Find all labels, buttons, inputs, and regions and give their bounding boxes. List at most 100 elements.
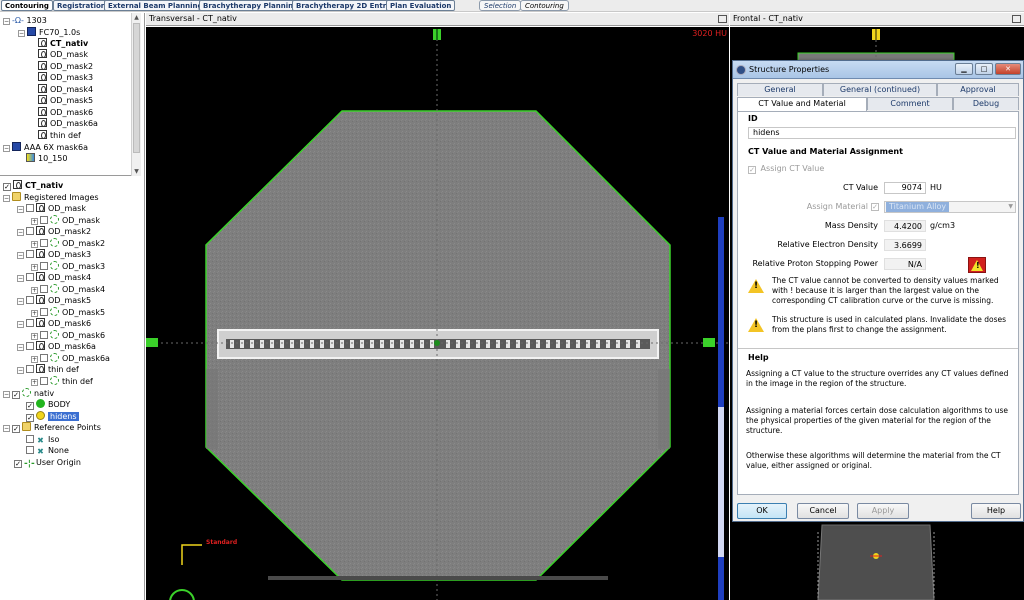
checkbox[interactable] bbox=[40, 239, 48, 247]
tree-reference-points[interactable]: − ✓ Reference Points bbox=[3, 422, 101, 433]
tab-general-continued[interactable]: General (continued) bbox=[823, 83, 937, 96]
checkbox[interactable] bbox=[26, 446, 34, 454]
tree-reg-structure[interactable]: + thin def bbox=[31, 376, 93, 387]
assign-ct-value-checkbox[interactable]: ✓ bbox=[748, 166, 756, 174]
checkbox[interactable] bbox=[26, 227, 34, 235]
tab-brachytherapy-planning[interactable]: Brachytherapy Planning bbox=[199, 0, 303, 11]
tree-reg-image[interactable]: − thin def bbox=[17, 364, 79, 375]
tree-point-iso[interactable]: ✖ Iso bbox=[26, 434, 59, 445]
collapse-icon[interactable]: − bbox=[17, 252, 24, 259]
expand-icon[interactable]: + bbox=[31, 264, 38, 271]
checkbox[interactable] bbox=[26, 319, 34, 327]
expand-icon[interactable]: + bbox=[31, 310, 38, 317]
tree-reg-image[interactable]: − OD_mask4 bbox=[17, 272, 91, 283]
checkbox[interactable]: ✓ bbox=[14, 460, 22, 468]
tree-reg-structure[interactable]: + OD_mask2 bbox=[31, 238, 105, 249]
collapse-icon[interactable]: − bbox=[17, 229, 24, 236]
tree-reg-image[interactable]: − OD_mask5 bbox=[17, 295, 91, 306]
tree-ct-nativ-root[interactable]: ✓ CT_nativ bbox=[3, 180, 63, 191]
tree-course[interactable]: − -Ω- 1303 bbox=[3, 15, 47, 26]
tree-structure-body[interactable]: ✓ BODY bbox=[26, 399, 70, 410]
checkbox[interactable] bbox=[26, 204, 34, 212]
ok-button[interactable]: OK bbox=[737, 503, 787, 519]
tree-reg-structure[interactable]: + OD_mask4 bbox=[31, 284, 105, 295]
assign-material-checkbox[interactable]: ✓ bbox=[871, 203, 879, 211]
apply-button[interactable]: Apply bbox=[857, 503, 909, 519]
collapse-icon[interactable]: − bbox=[3, 425, 10, 432]
tab-plan-evaluation[interactable]: Plan Evaluation bbox=[386, 0, 456, 11]
tree-image-ct-nativ[interactable]: CT_nativ bbox=[38, 38, 88, 49]
tree-image[interactable]: OD_mask6a bbox=[38, 118, 98, 129]
help-button[interactable]: Help bbox=[971, 503, 1021, 519]
checkbox[interactable] bbox=[26, 296, 34, 304]
material-select[interactable]: Titanium Alloy ▼ bbox=[884, 201, 1016, 213]
checkbox[interactable]: ✓ bbox=[12, 391, 20, 399]
tree-reg-structure[interactable]: + OD_mask bbox=[31, 215, 100, 226]
cancel-button[interactable]: Cancel bbox=[797, 503, 849, 519]
collapse-icon[interactable]: − bbox=[17, 321, 24, 328]
collapse-icon[interactable]: − bbox=[17, 298, 24, 305]
ct-value-field[interactable]: 9074 bbox=[884, 182, 926, 194]
checkbox[interactable] bbox=[26, 250, 34, 258]
maximize-view-icon[interactable] bbox=[1012, 15, 1021, 23]
expand-icon[interactable]: + bbox=[31, 333, 38, 340]
checkbox[interactable]: ✓ bbox=[26, 414, 34, 422]
collapse-icon[interactable]: − bbox=[17, 367, 24, 374]
checkbox[interactable]: ✓ bbox=[3, 183, 11, 191]
chevron-down-icon[interactable]: ▼ bbox=[1008, 202, 1013, 212]
scroll-down-icon[interactable]: ▼ bbox=[132, 167, 141, 176]
checkbox[interactable] bbox=[26, 435, 34, 443]
expand-icon[interactable]: + bbox=[31, 287, 38, 294]
checkbox[interactable]: ✓ bbox=[26, 402, 34, 410]
collapse-icon[interactable]: − bbox=[17, 344, 24, 351]
tab-external-beam-planning[interactable]: External Beam Planning bbox=[104, 0, 207, 11]
checkbox[interactable] bbox=[26, 365, 34, 373]
tree-image[interactable]: OD_mask4 bbox=[38, 84, 93, 95]
view-handle-left[interactable] bbox=[146, 338, 158, 347]
tree-image[interactable]: OD_mask2 bbox=[38, 61, 93, 72]
tree-image[interactable]: OD_mask3 bbox=[38, 72, 93, 83]
scroll-up-icon[interactable]: ▲ bbox=[132, 13, 141, 22]
tree-image[interactable]: thin def bbox=[38, 130, 81, 141]
collapse-icon[interactable]: − bbox=[17, 275, 24, 282]
tree-point-none[interactable]: ✖ None bbox=[26, 445, 69, 456]
collapse-icon[interactable]: − bbox=[3, 145, 10, 152]
expand-icon[interactable]: + bbox=[31, 218, 38, 225]
tab-debug[interactable]: Debug bbox=[953, 97, 1019, 110]
tab-ct-value-and-material[interactable]: CT Value and Material bbox=[737, 97, 867, 111]
collapse-icon[interactable]: − bbox=[3, 195, 10, 202]
maximize-view-icon[interactable] bbox=[718, 15, 727, 23]
collapse-icon[interactable]: − bbox=[3, 18, 10, 25]
expand-icon[interactable]: + bbox=[31, 379, 38, 386]
checkbox[interactable] bbox=[40, 377, 48, 385]
tree-reg-image[interactable]: − OD_mask2 bbox=[17, 226, 91, 237]
checkbox[interactable] bbox=[40, 331, 48, 339]
view-handle-right[interactable] bbox=[703, 338, 715, 347]
scrollbar-thumb[interactable] bbox=[133, 23, 140, 153]
close-button[interactable]: ✕ bbox=[995, 63, 1021, 75]
collapse-icon[interactable]: − bbox=[18, 30, 25, 37]
checkbox[interactable] bbox=[26, 342, 34, 350]
checkbox[interactable] bbox=[40, 216, 48, 224]
tree-scrollbar[interactable]: ▲ ▼ bbox=[131, 13, 141, 176]
collapse-icon[interactable]: − bbox=[17, 206, 24, 213]
mode-selection[interactable]: Selection bbox=[479, 0, 522, 11]
tree-dose[interactable]: 10_150 bbox=[26, 153, 67, 164]
tree-reg-structure[interactable]: + OD_mask3 bbox=[31, 261, 105, 272]
minimize-button[interactable]: ▁ bbox=[955, 63, 973, 75]
tree-plan-aaa[interactable]: − AAA 6X mask6a bbox=[3, 142, 88, 153]
tab-general[interactable]: General bbox=[737, 83, 823, 96]
tab-brachytherapy-2d-entry[interactable]: Brachytherapy 2D Entry bbox=[292, 0, 395, 11]
mode-contouring[interactable]: Contouring bbox=[520, 0, 569, 11]
tree-reg-image[interactable]: − OD_mask6 bbox=[17, 318, 91, 329]
tree-reg-structure[interactable]: + OD_mask6 bbox=[31, 330, 105, 341]
tab-comment[interactable]: Comment bbox=[867, 97, 953, 110]
tree-image[interactable]: OD_mask bbox=[38, 49, 88, 60]
expand-icon[interactable]: + bbox=[31, 241, 38, 248]
checkbox[interactable] bbox=[40, 308, 48, 316]
tree-reg-image[interactable]: − OD_mask6a bbox=[17, 341, 96, 352]
expand-icon[interactable]: + bbox=[31, 356, 38, 363]
checkbox[interactable]: ✓ bbox=[12, 425, 20, 433]
tree-structure-set-nativ[interactable]: − ✓ nativ bbox=[3, 388, 54, 399]
checkbox[interactable] bbox=[40, 354, 48, 362]
